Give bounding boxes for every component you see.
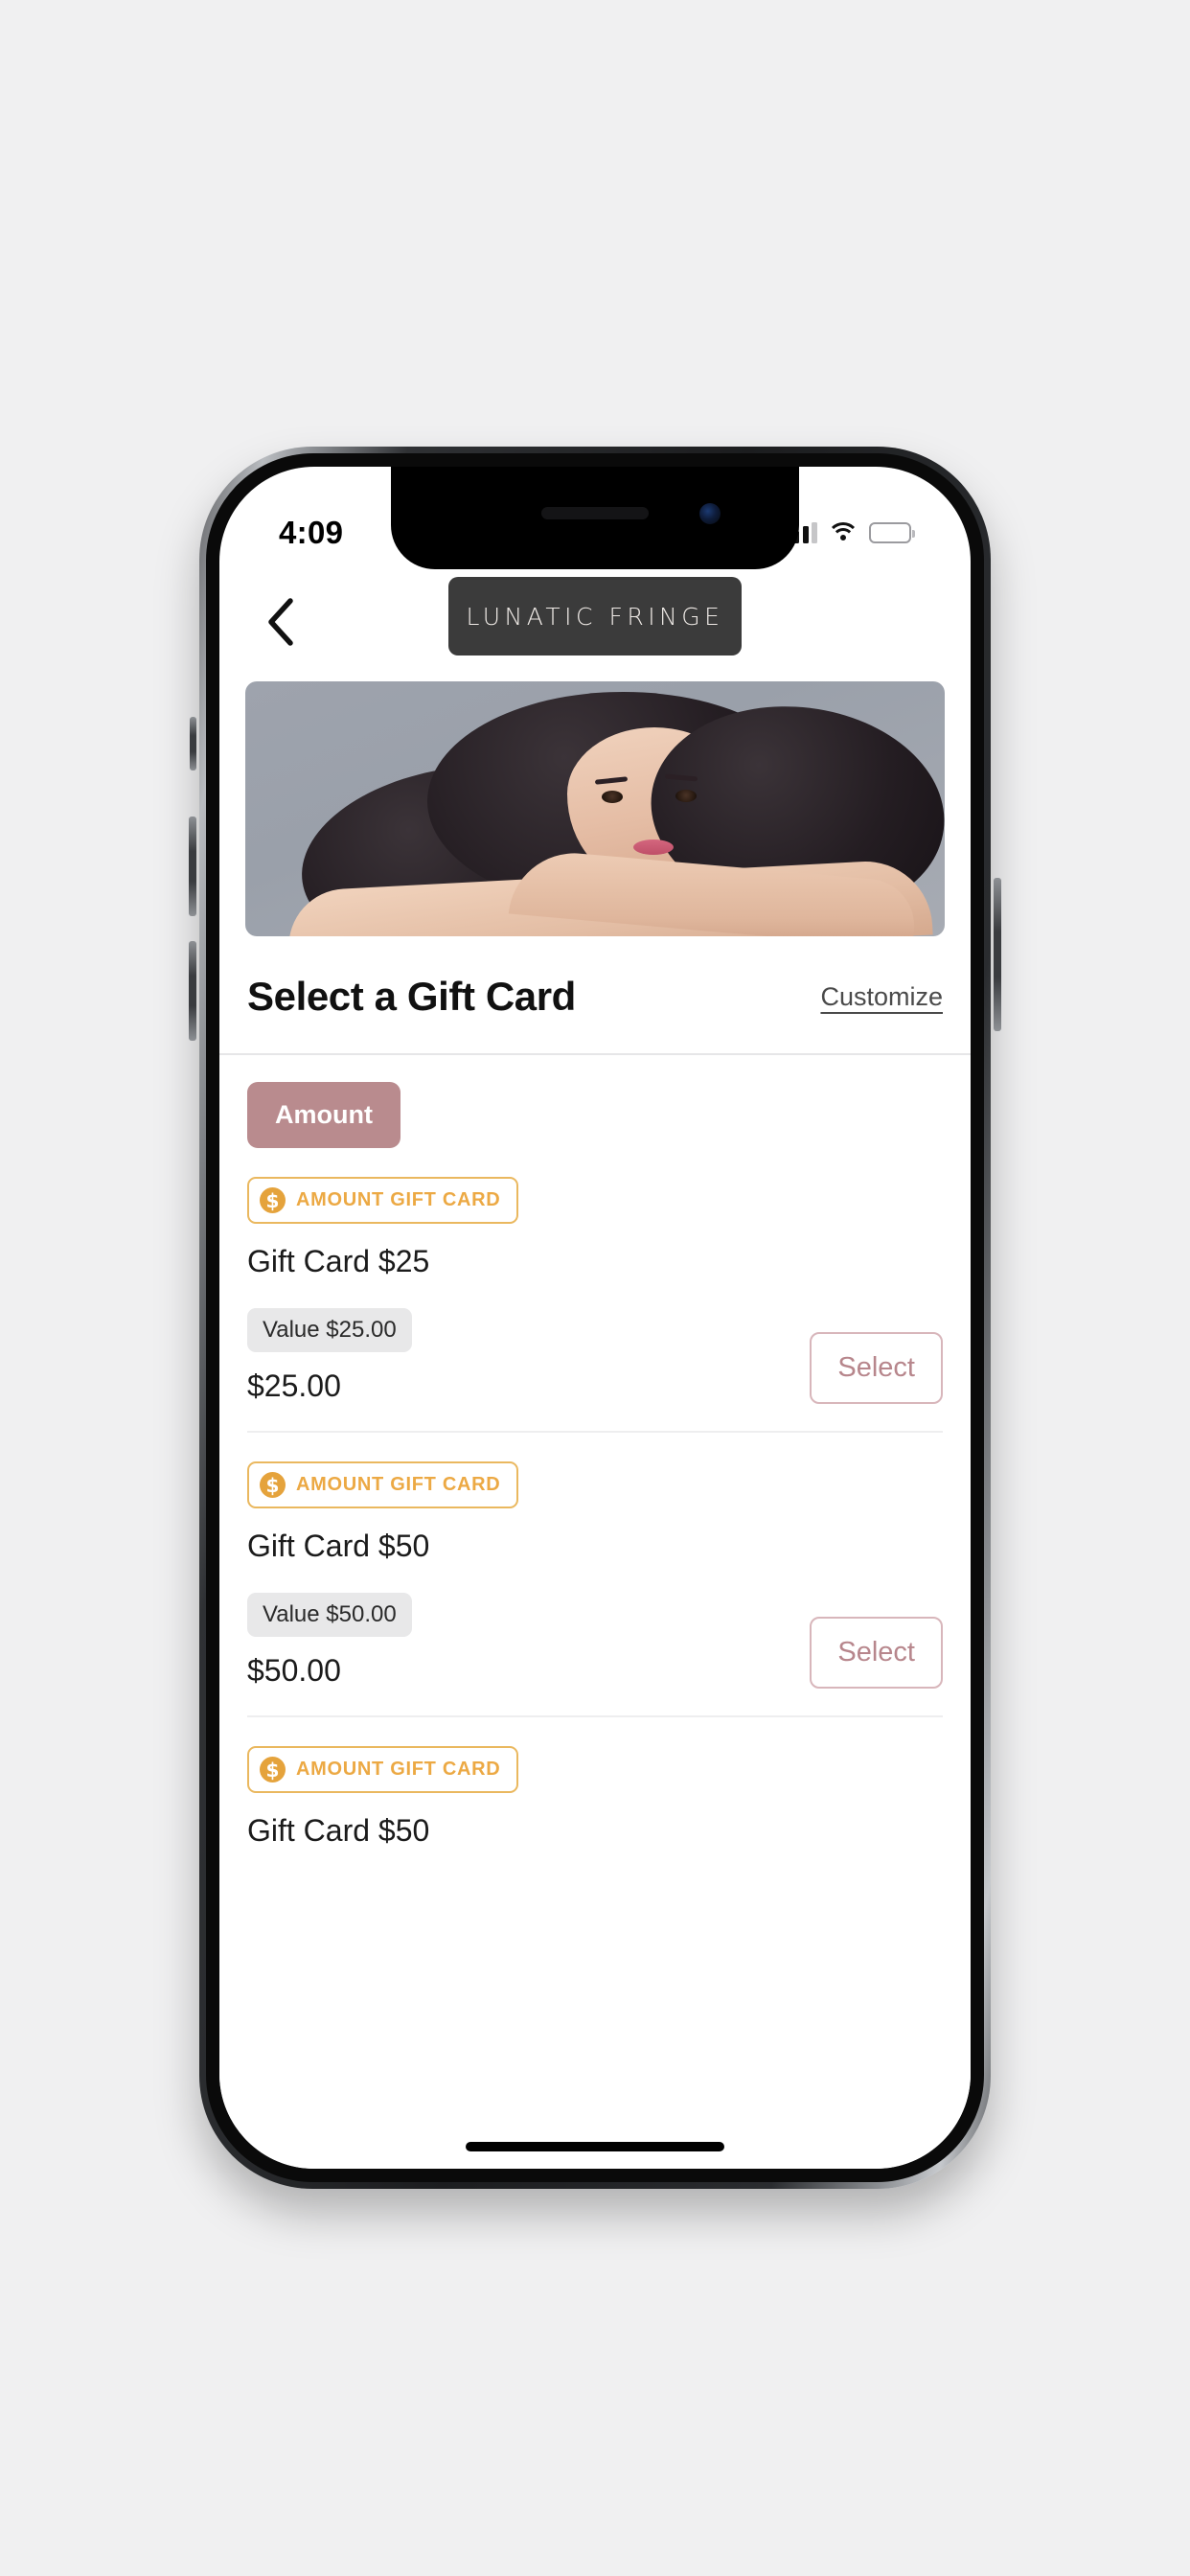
wifi-icon bbox=[830, 522, 857, 542]
brand-logo-label: LUNATIC FRINGE bbox=[466, 602, 724, 631]
gift-card-value-chip: Value $50.00 bbox=[247, 1593, 412, 1637]
gift-card-badge: $ AMOUNT GIFT CARD bbox=[247, 1177, 519, 1224]
screenshot-canvas: 4:09 LUNATIC FRINGE Select a Gift Card C… bbox=[0, 0, 1190, 2576]
hero-image-container bbox=[245, 681, 945, 936]
gift-card-value-group: Value $50.00 $50.00 bbox=[247, 1593, 412, 1689]
gift-card-badge: $ AMOUNT GIFT CARD bbox=[247, 1461, 519, 1508]
select-button[interactable]: Select bbox=[810, 1617, 943, 1689]
filter-chip-amount[interactable]: Amount bbox=[247, 1082, 400, 1148]
volume-down-button[interactable] bbox=[189, 941, 196, 1041]
earpiece-speaker bbox=[541, 507, 649, 519]
gift-card-item[interactable]: $ AMOUNT GIFT CARD Gift Card $25 Value $… bbox=[247, 1148, 943, 1404]
customize-link[interactable]: Customize bbox=[820, 982, 943, 1012]
status-indicators bbox=[784, 521, 915, 543]
hero-image bbox=[245, 681, 945, 936]
status-time: 4:09 bbox=[279, 514, 344, 550]
app-header: LUNATIC FRINGE bbox=[219, 569, 971, 678]
gift-card-detail-row: Value $25.00 $25.00 Select bbox=[247, 1308, 943, 1404]
gift-card-price: $25.00 bbox=[247, 1368, 341, 1403]
gift-card-badge-label: AMOUNT GIFT CARD bbox=[296, 1759, 501, 1780]
gift-card-name: Gift Card $25 bbox=[247, 1244, 430, 1278]
brand-logo[interactable]: LUNATIC FRINGE bbox=[448, 577, 742, 656]
chevron-left-icon bbox=[268, 598, 293, 646]
page-title: Select a Gift Card bbox=[247, 974, 576, 1019]
volume-up-button[interactable] bbox=[189, 816, 196, 916]
eye-shape bbox=[675, 790, 697, 803]
gift-card-badge: $ AMOUNT GIFT CARD bbox=[247, 1746, 519, 1793]
dollar-circle-icon: $ bbox=[260, 1187, 286, 1213]
back-button[interactable] bbox=[244, 586, 315, 657]
gift-card-price: $50.00 bbox=[247, 1653, 341, 1688]
gift-card-name: Gift Card $50 bbox=[247, 1813, 430, 1848]
select-button[interactable]: Select bbox=[810, 1332, 943, 1404]
gift-card-badge-label: AMOUNT GIFT CARD bbox=[296, 1189, 501, 1210]
power-button[interactable] bbox=[994, 878, 1001, 1031]
gift-card-detail-row: Value $50.00 $50.00 Select bbox=[247, 1593, 943, 1689]
phone-screen: 4:09 LUNATIC FRINGE Select a Gift Card C… bbox=[219, 467, 971, 2169]
lips-shape bbox=[633, 839, 675, 855]
dollar-circle-icon: $ bbox=[260, 1757, 286, 1782]
silent-switch[interactable] bbox=[190, 717, 196, 770]
phone-device-frame: 4:09 LUNATIC FRINGE Select a Gift Card C… bbox=[189, 447, 1001, 2189]
gift-card-value-group: Value $25.00 $25.00 bbox=[247, 1308, 412, 1404]
phone-bezel: 4:09 LUNATIC FRINGE Select a Gift Card C… bbox=[206, 453, 984, 2182]
section-title-row: Select a Gift Card Customize bbox=[219, 954, 971, 1040]
gift-card-item[interactable]: $ AMOUNT GIFT CARD Gift Card $50 bbox=[247, 1715, 943, 1849]
gift-card-list: Amount $ AMOUNT GIFT CARD Gift Card $25 … bbox=[219, 1055, 971, 2169]
battery-icon bbox=[869, 521, 915, 543]
front-camera-icon bbox=[699, 503, 721, 524]
gift-card-value-chip: Value $25.00 bbox=[247, 1308, 412, 1352]
home-indicator[interactable] bbox=[466, 2142, 724, 2151]
gift-card-name: Gift Card $50 bbox=[247, 1529, 430, 1563]
dollar-circle-icon: $ bbox=[260, 1472, 286, 1498]
gift-card-item[interactable]: $ AMOUNT GIFT CARD Gift Card $50 Value $… bbox=[247, 1431, 943, 1689]
gift-card-badge-label: AMOUNT GIFT CARD bbox=[296, 1474, 501, 1495]
notch bbox=[391, 467, 799, 569]
